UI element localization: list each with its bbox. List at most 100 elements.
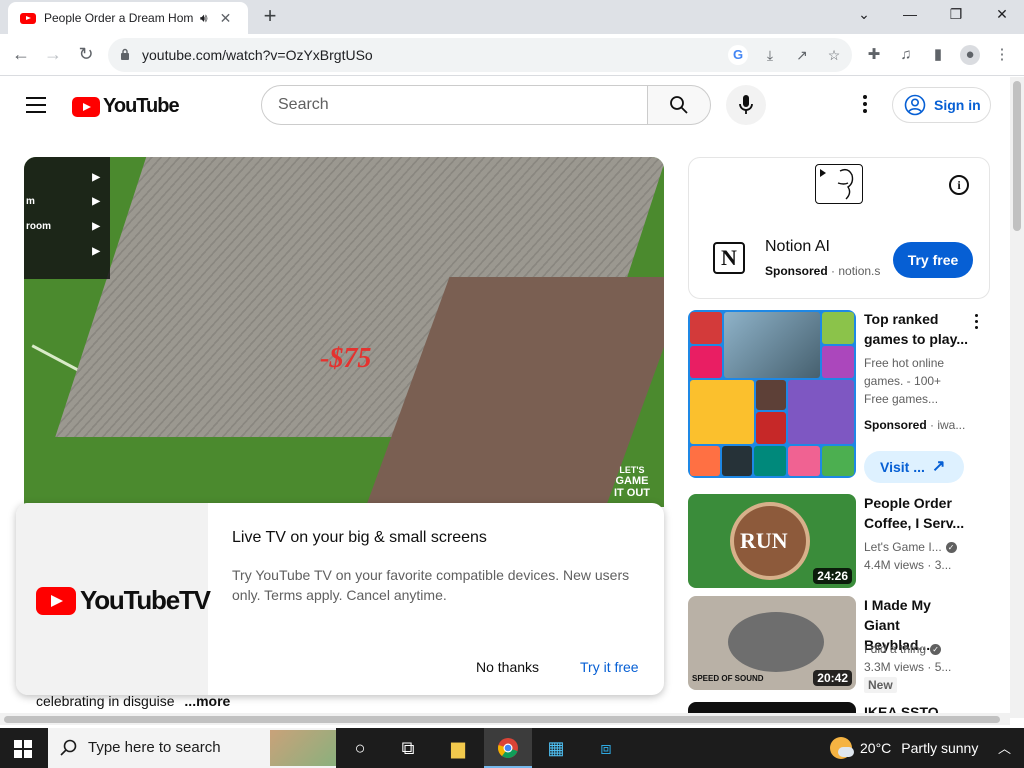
extensions-puzzle-icon[interactable]: ✚ xyxy=(864,45,884,65)
install-app-icon[interactable]: ⤓ xyxy=(760,45,780,65)
visit-site-button[interactable]: Visit ... ↗ xyxy=(864,451,964,483)
speaker-icon[interactable]: 🔊︎ xyxy=(200,11,208,26)
google-lens-icon[interactable]: G xyxy=(728,45,748,65)
chrome-menu-icon[interactable]: ⋮ xyxy=(992,45,1012,65)
youtube-tv-play-icon xyxy=(36,586,76,615)
windows-taskbar: Type here to search ○ ⧉ ▆ ▦ ⧈ 20°C Partl… xyxy=(0,728,1024,768)
reload-icon[interactable]: ↻ xyxy=(75,43,97,65)
games-ad-thumbnail[interactable] xyxy=(688,310,856,478)
game-tile xyxy=(690,446,720,476)
cortana-icon[interactable]: ○ xyxy=(336,728,384,768)
thumb-text: RUN xyxy=(740,528,788,553)
media-control-icon[interactable]: ♫ xyxy=(896,45,916,65)
description-text: celebrating in disguise xyxy=(36,693,175,709)
no-thanks-button[interactable]: No thanks xyxy=(476,659,539,675)
tab-close-icon[interactable]: ✕ xyxy=(220,10,232,27)
url-text[interactable]: youtube.com/watch?v=OzYxBrgtUSo xyxy=(142,47,373,63)
channel-watermark: LET'S GAME IT OUT xyxy=(613,465,650,499)
weather-widget[interactable]: 20°C Partly sunny xyxy=(830,728,978,768)
sign-in-label: Sign in xyxy=(934,97,981,113)
task-view-icon[interactable]: ⧉ xyxy=(384,728,432,768)
vertical-scrollbar[interactable] xyxy=(1010,77,1024,718)
game-tile xyxy=(788,380,854,444)
thumb-saw xyxy=(728,612,824,672)
games-ad-kebab-icon[interactable] xyxy=(972,314,980,332)
chrome-taskbar-icon[interactable] xyxy=(484,728,532,768)
youtube-tv-logo-text: YouTubeTV xyxy=(80,585,211,615)
new-tab-button[interactable]: + xyxy=(258,4,282,28)
menu-row: ▶ xyxy=(92,246,100,257)
tab-search-chevron-icon[interactable]: ⌄ xyxy=(852,4,876,24)
profile-avatar-icon[interactable]: ● xyxy=(960,45,980,65)
bookmark-star-icon[interactable]: ☆ xyxy=(824,45,844,65)
search-button[interactable] xyxy=(647,85,711,125)
menu-row: room ▶ xyxy=(26,221,100,232)
share-icon[interactable]: ↗ xyxy=(792,45,812,65)
forward-arrow-icon[interactable]: → xyxy=(42,43,64,65)
scrollbar-thumb[interactable] xyxy=(1013,81,1021,231)
search-icon xyxy=(60,739,77,756)
external-link-icon: ↗ xyxy=(932,458,946,475)
video-channel[interactable]: Let's Game I... ✓ xyxy=(864,538,968,556)
game-tile xyxy=(690,346,722,378)
try-free-button[interactable]: Try free xyxy=(893,242,973,278)
scrollbar-thumb[interactable] xyxy=(4,716,1000,723)
sign-in-button[interactable]: Sign in xyxy=(892,87,991,123)
ad-meta: Sponsored · notion.s xyxy=(765,264,881,278)
tray-overflow-chevron-icon[interactable]: ︿ xyxy=(998,738,1011,757)
search-input[interactable]: Search xyxy=(261,85,648,125)
game-tile xyxy=(724,312,820,378)
microphone-icon xyxy=(739,95,753,114)
ad-advertiser-name: Notion AI xyxy=(765,238,830,255)
hamburger-menu-icon[interactable] xyxy=(26,97,46,118)
verified-check-icon: ✓ xyxy=(930,644,942,656)
voice-search-button[interactable] xyxy=(726,85,766,125)
restore-button[interactable]: ❐ xyxy=(944,4,968,24)
ad-info-icon[interactable]: i xyxy=(949,175,969,195)
game-tile xyxy=(756,412,786,444)
taskbar-search-input[interactable]: Type here to search xyxy=(48,728,336,768)
game-tile xyxy=(822,312,854,344)
games-ad-title[interactable]: Top ranked games to play... xyxy=(864,309,968,349)
horizontal-scrollbar[interactable] xyxy=(0,713,1010,725)
youtube-tv-promo: YouTubeTV Live TV on your big & small sc… xyxy=(16,503,664,695)
side-panel-icon[interactable]: ▮ xyxy=(928,45,948,65)
try-it-free-button[interactable]: Try it free xyxy=(580,659,639,675)
more-link[interactable]: ...more xyxy=(184,693,230,709)
close-window-button[interactable]: ✕ xyxy=(990,4,1014,24)
settings-kebab-icon[interactable] xyxy=(858,95,872,115)
minimize-button[interactable]: — xyxy=(898,4,922,24)
file-explorer-icon[interactable]: ▆ xyxy=(434,728,482,768)
illustration-icon xyxy=(820,168,854,200)
youtube-header: YouTube Search Sign in xyxy=(0,77,1010,133)
remote-desktop-icon[interactable]: ⧈ xyxy=(582,728,630,768)
partly-sunny-icon xyxy=(830,737,854,759)
notion-ad-card[interactable]: i N Notion AI Sponsored · notion.s Try f… xyxy=(688,157,990,299)
game-tile xyxy=(788,446,820,476)
browser-toolbar: ← → ↻ youtube.com/watch?v=OzYxBrgtUSo G … xyxy=(0,34,1024,76)
microsoft-store-icon[interactable]: ▦ xyxy=(532,728,580,768)
browser-tab-active[interactable]: People Order a Dream Hom 🔊︎ ✕ xyxy=(8,2,248,34)
video-thumbnail[interactable]: SPEED OF SOUND 20:42 xyxy=(688,596,856,690)
video-channel[interactable]: I did a thing ✓ xyxy=(864,640,968,658)
video-title[interactable]: People Order Coffee, I Serv... xyxy=(864,493,968,533)
windows-start-icon[interactable] xyxy=(14,740,32,758)
video-stats: 4.4M views · 3... xyxy=(864,558,952,572)
video-stats: 3.3M views · 5... xyxy=(864,660,952,674)
video-thumbnail[interactable]: RUN 24:26 xyxy=(688,494,856,588)
video-player[interactable]: -$75 ▶ m ▶ room ▶ ▶ LET'S GAME IT OUT xyxy=(24,157,664,507)
promo-body: Try YouTube TV on your favorite compatib… xyxy=(232,567,630,603)
lock-icon[interactable] xyxy=(120,48,130,60)
youtube-logo[interactable]: YouTube xyxy=(72,95,180,118)
video-description[interactable]: celebrating in disguise ...more xyxy=(36,693,230,709)
video-duration: 20:42 xyxy=(813,670,852,686)
taskbar-search-placeholder: Type here to search xyxy=(88,739,221,756)
address-bar[interactable]: youtube.com/watch?v=OzYxBrgtUSo G ⤓ ↗ ☆ xyxy=(108,38,852,72)
game-tile xyxy=(754,446,786,476)
video-duration: 24:26 xyxy=(813,568,852,584)
menu-row: m ▶ xyxy=(26,196,100,207)
promo-title: Live TV on your big & small screens xyxy=(232,529,487,546)
back-arrow-icon[interactable]: ← xyxy=(10,43,32,65)
game-room-menu: ▶ m ▶ room ▶ ▶ xyxy=(24,157,110,279)
chrome-icon xyxy=(498,738,518,758)
